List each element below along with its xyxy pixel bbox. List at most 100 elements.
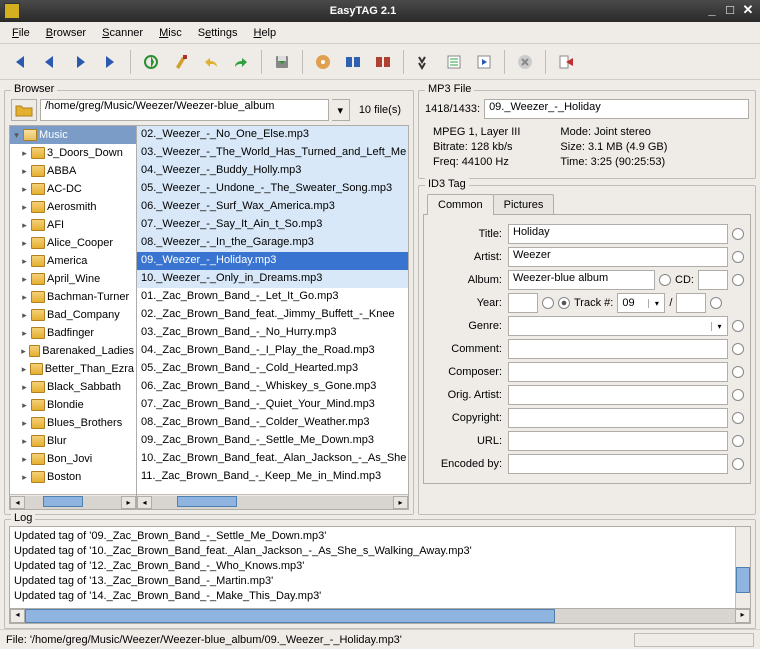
file-row[interactable]: 05._Zac_Brown_Band_-_Cold_Hearted.mp3 (137, 360, 408, 378)
menu-scanner[interactable]: Scanner (94, 25, 151, 41)
encoded-apply-toggle[interactable] (732, 458, 744, 470)
url-input[interactable] (508, 431, 728, 451)
tree-item[interactable]: ▸Blur (10, 432, 136, 450)
playlist-button[interactable] (440, 48, 468, 76)
tree-item[interactable]: ▸Bon_Jovi (10, 450, 136, 468)
log-view[interactable]: Updated tag of '09._Zac_Brown_Band_-_Set… (9, 526, 751, 609)
last-button[interactable] (96, 48, 124, 76)
tracktotal-apply-toggle[interactable] (710, 297, 722, 309)
tree-item[interactable]: ▸AC-DC (10, 180, 136, 198)
cd-input[interactable] (698, 270, 728, 290)
genre-apply-toggle[interactable] (732, 320, 744, 332)
run-button[interactable] (470, 48, 498, 76)
list-hscrollbar[interactable]: ◂▸ (137, 494, 408, 509)
tree-hscrollbar[interactable]: ◂▸ (10, 494, 136, 509)
comment-input[interactable] (508, 339, 728, 359)
year-apply-toggle[interactable] (542, 297, 554, 309)
file-row[interactable]: 04._Zac_Brown_Band_-_I_Play_the_Road.mp3 (137, 342, 408, 360)
menu-file[interactable]: File (4, 25, 38, 41)
comment-apply-toggle[interactable] (732, 343, 744, 355)
tree-item[interactable]: ▸Bachman-Turner (10, 288, 136, 306)
title-input[interactable]: Holiday (508, 224, 728, 244)
stop-button[interactable] (511, 48, 539, 76)
tree-item[interactable]: ▸America (10, 252, 136, 270)
quit-button[interactable] (552, 48, 580, 76)
tab-common[interactable]: Common (427, 194, 494, 215)
tree-item[interactable]: ▸April_Wine (10, 270, 136, 288)
cddb-button[interactable] (309, 48, 337, 76)
origartist-apply-toggle[interactable] (732, 389, 744, 401)
file-list[interactable]: 02._Weezer_-_No_One_Else.mp303._Weezer_-… (137, 125, 409, 510)
first-button[interactable] (6, 48, 34, 76)
file-row[interactable]: 05._Weezer_-_Undone_-_The_Sweater_Song.m… (137, 180, 408, 198)
path-dropdown-button[interactable]: ▾ (332, 99, 350, 121)
folder-tree[interactable]: ▾Music▸3_Doors_Down▸ABBA▸AC-DC▸Aerosmith… (9, 125, 137, 510)
menu-misc[interactable]: Misc (151, 25, 190, 41)
file-row[interactable]: 02._Weezer_-_No_One_Else.mp3 (137, 126, 408, 144)
file-row[interactable]: 10._Weezer_-_Only_in_Dreams.mp3 (137, 270, 408, 288)
rename-file-button[interactable] (339, 48, 367, 76)
file-row[interactable]: 01._Zac_Brown_Band_-_Let_It_Go.mp3 (137, 288, 408, 306)
file-row[interactable]: 07._Zac_Brown_Band_-_Quiet_Your_Mind.mp3 (137, 396, 408, 414)
composer-apply-toggle[interactable] (732, 366, 744, 378)
title-apply-toggle[interactable] (732, 228, 744, 240)
rename-dir-button[interactable] (369, 48, 397, 76)
copyright-input[interactable] (508, 408, 728, 428)
tree-root[interactable]: ▾Music (10, 126, 136, 144)
tree-item[interactable]: ▸Blues_Brothers (10, 414, 136, 432)
album-input[interactable]: Weezer-blue album (508, 270, 655, 290)
undo-button[interactable] (197, 48, 225, 76)
log-vscrollbar[interactable] (735, 527, 750, 608)
folder-open-button[interactable] (11, 99, 37, 121)
track-total-input[interactable] (676, 293, 706, 313)
mp3-filename-input[interactable]: 09._Weezer_-_Holiday (484, 99, 749, 119)
tree-item[interactable]: ▸Barenaked_Ladies (10, 342, 136, 360)
tree-item[interactable]: ▸Better_Than_Ezra (10, 360, 136, 378)
origartist-input[interactable] (508, 385, 728, 405)
file-row[interactable]: 08._Zac_Brown_Band_-_Colder_Weather.mp3 (137, 414, 408, 432)
cd-apply-toggle[interactable] (732, 274, 744, 286)
file-row[interactable]: 06._Zac_Brown_Band_-_Whiskey_s_Gone.mp3 (137, 378, 408, 396)
file-row[interactable]: 08._Weezer_-_In_the_Garage.mp3 (137, 234, 408, 252)
year-input[interactable] (508, 293, 538, 313)
redo-button[interactable] (227, 48, 255, 76)
file-row[interactable]: 09._Weezer_-_Holiday.mp3 (137, 252, 408, 270)
tree-item[interactable]: ▸Alice_Cooper (10, 234, 136, 252)
track-select[interactable]: 09▾ (617, 293, 665, 313)
prev-button[interactable] (36, 48, 64, 76)
tree-item[interactable]: ▸3_Doors_Down (10, 144, 136, 162)
file-row[interactable]: 07._Weezer_-_Say_It_Ain_t_So.mp3 (137, 216, 408, 234)
clear-button[interactable] (167, 48, 195, 76)
tree-item[interactable]: ▸Aerosmith (10, 198, 136, 216)
composer-input[interactable] (508, 362, 728, 382)
path-input[interactable]: /home/greg/Music/Weezer/Weezer-blue_albu… (40, 99, 329, 121)
log-hscrollbar[interactable]: ◂ ▸ (9, 609, 751, 624)
minimize-button[interactable]: _ (704, 3, 720, 19)
file-row[interactable]: 03._Weezer_-_The_World_Has_Turned_and_Le… (137, 144, 408, 162)
album-apply-toggle[interactable] (659, 274, 671, 286)
file-row[interactable]: 10._Zac_Brown_Band_feat._Alan_Jackson_-_… (137, 450, 408, 468)
copyright-apply-toggle[interactable] (732, 412, 744, 424)
tree-item[interactable]: ▸Blondie (10, 396, 136, 414)
file-row[interactable]: 06._Weezer_-_Surf_Wax_America.mp3 (137, 198, 408, 216)
menu-settings[interactable]: Settings (190, 25, 246, 41)
tree-item[interactable]: ▸Black_Sabbath (10, 378, 136, 396)
tree-item[interactable]: ▸Badfinger (10, 324, 136, 342)
url-apply-toggle[interactable] (732, 435, 744, 447)
encoded-input[interactable] (508, 454, 728, 474)
tab-pictures[interactable]: Pictures (493, 194, 555, 215)
file-row[interactable]: 11._Zac_Brown_Band_-_Keep_Me_in_Mind.mp3 (137, 468, 408, 486)
artist-input[interactable]: Weezer (508, 247, 728, 267)
file-row[interactable]: 04._Weezer_-_Buddy_Holly.mp3 (137, 162, 408, 180)
save-button[interactable] (268, 48, 296, 76)
file-row[interactable]: 02._Zac_Brown_Band_feat._Jimmy_Buffett_-… (137, 306, 408, 324)
menu-browser[interactable]: Browser (38, 25, 94, 41)
next-button[interactable] (66, 48, 94, 76)
artist-apply-toggle[interactable] (732, 251, 744, 263)
menu-help[interactable]: Help (245, 25, 284, 41)
close-button[interactable]: ✕ (740, 3, 756, 19)
scan-button[interactable] (137, 48, 165, 76)
tree-item[interactable]: ▸Boston (10, 468, 136, 486)
maximize-button[interactable]: □ (722, 3, 738, 19)
track-apply-toggle[interactable] (558, 297, 570, 309)
